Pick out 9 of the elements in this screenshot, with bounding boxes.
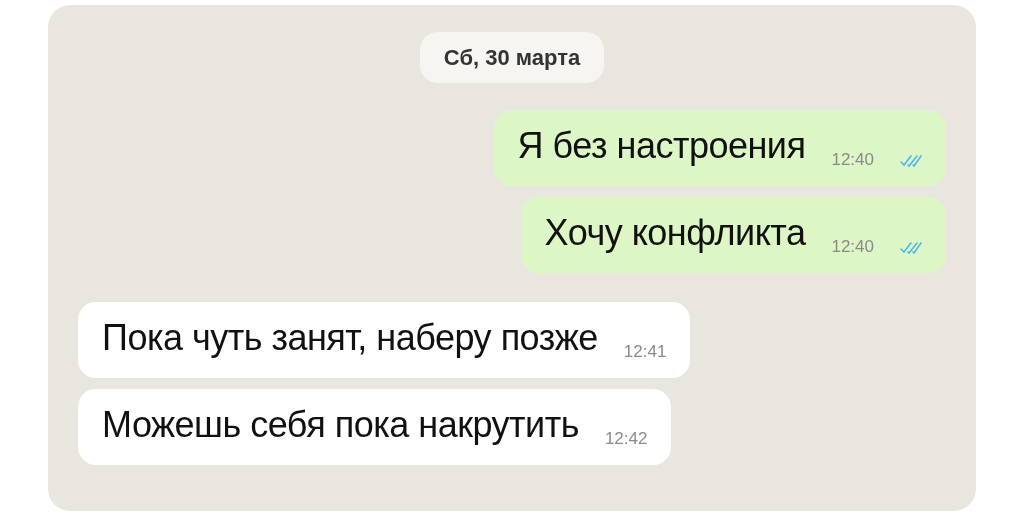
message-time: 12:40 [831, 148, 874, 171]
message-time: 12:40 [831, 235, 874, 258]
message-text: Я без настроения [517, 124, 806, 168]
message-text: Можешь себя пока накрутить [102, 403, 579, 447]
message-time: 12:41 [623, 340, 667, 363]
message-text: Хочу конфликта [544, 211, 806, 255]
message-text: Пока чуть занят, наберу позже [102, 316, 598, 360]
message-time: 12:42 [604, 427, 648, 450]
date-label: Сб, 30 марта [419, 32, 605, 83]
